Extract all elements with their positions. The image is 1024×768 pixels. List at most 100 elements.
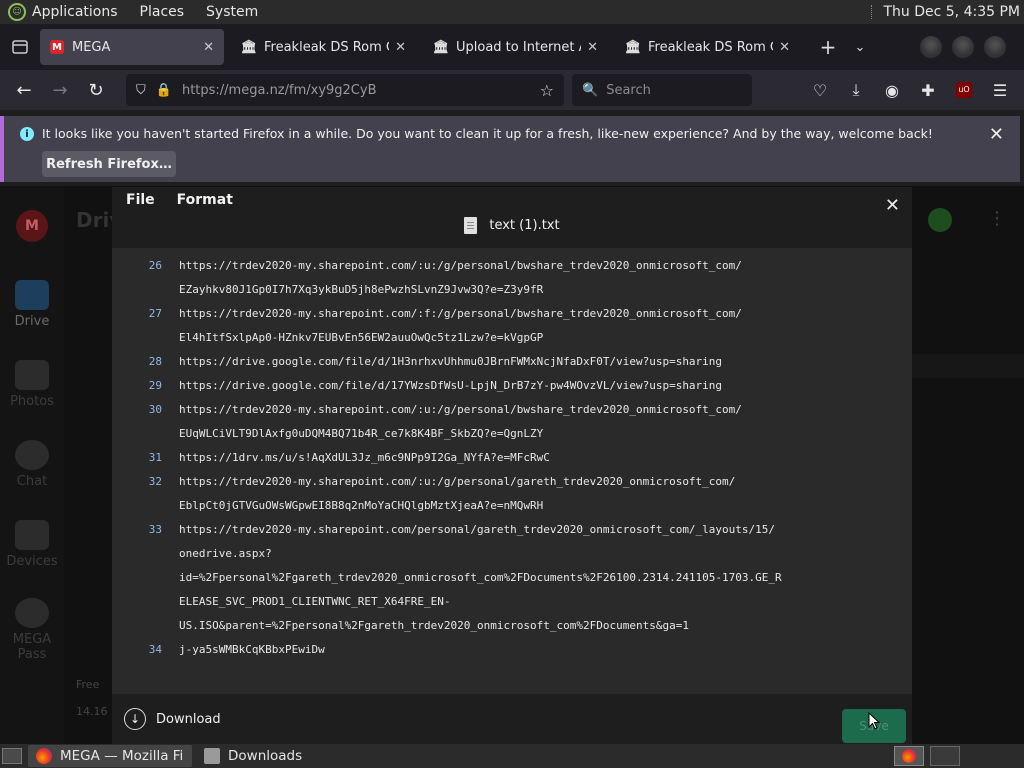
menu-applications[interactable]: Applications [32, 4, 118, 20]
line-number: 31 [148, 451, 162, 464]
pocket-icon[interactable]: ♡ [802, 81, 838, 100]
line-text[interactable]: https://trdev2020-my.sharepoint.com/:u:/… [179, 398, 884, 422]
plan-name: Free [76, 678, 100, 691]
dialog-footer: ↓ Download Save [112, 694, 912, 744]
close-notification-icon[interactable]: ✕ [989, 124, 1004, 145]
tab-freakleak-1[interactable]: 🏛 Freakleak DS Rom Col ✕ [232, 29, 416, 65]
applications-logo-icon[interactable]: ☺ [8, 3, 26, 21]
menu-system[interactable]: System [206, 4, 258, 20]
line-text[interactable]: EZayhkv80J1Gp0I7h7Xq3ykBuD5jh8ePwzhSLvnZ… [179, 278, 884, 302]
refresh-firefox-button[interactable]: Refresh Firefox… [42, 151, 176, 177]
line-number [112, 494, 162, 518]
mega-plan-label: Free 14.16 [76, 678, 108, 718]
sidebar-item-drive[interactable]: Drive [0, 280, 64, 329]
search-bar[interactable]: 🔍 Search [572, 74, 752, 106]
tab-mega[interactable]: M MEGA ✕ [40, 29, 224, 65]
back-arrow-icon[interactable]: ← [6, 80, 42, 101]
editor-line: 27 https://trdev2020-my.sharepoint.com/:f… [112, 302, 912, 326]
tab-upload-internet-archive[interactable]: 🏛 Upload to Internet Arc ✕ [424, 29, 608, 65]
close-tab-icon[interactable]: ✕ [779, 40, 790, 55]
sidebar-item-photos[interactable]: Photos [0, 360, 64, 409]
download-button[interactable]: ↓ Download [124, 708, 221, 730]
text-editor-area[interactable]: 26 https://trdev2020-my.sharepoint.com/:u… [112, 248, 912, 694]
line-text[interactable]: El4hItfSxlpAp0-HZnkv7EUBvEn56EW2auuOwQc5… [179, 326, 884, 350]
tab-freakleak-2[interactable]: 🏛 Freakleak DS Rom Col ✕ [616, 29, 800, 65]
show-desktop-icon[interactable] [2, 748, 22, 764]
editor-line: onedrive.aspx? [112, 542, 912, 566]
menu-file[interactable]: File [126, 192, 155, 208]
taskbar: MEGA — Mozilla Fir… Downloads [0, 744, 1024, 768]
extensions-icon[interactable]: ✚ [910, 81, 946, 100]
line-text[interactable]: https://trdev2020-my.sharepoint.com/:u:/… [179, 470, 884, 494]
line-text[interactable]: https://trdev2020-my.sharepoint.com/pers… [179, 518, 884, 542]
text-editor-dialog: File Format ✕ text (1).txt 26 https://trd… [112, 187, 912, 744]
tab-list-icon[interactable] [0, 40, 40, 54]
lock-icon[interactable]: 🔒 [156, 83, 172, 98]
editor-line: 28 https://drive.google.com/file/d/1H3nrh… [112, 350, 912, 374]
clock[interactable]: Thu Dec 5, 4:35 PM [883, 4, 1020, 20]
info-icon: i [20, 127, 34, 141]
sidebar-item-label: MEGA Pass [12, 632, 52, 662]
close-tab-icon[interactable]: ✕ [587, 40, 598, 55]
sidebar-item-mega-pass[interactable]: MEGA Pass [0, 598, 64, 662]
line-number: 27 [148, 307, 162, 320]
line-text[interactable]: id=%2Fpersonal%2Fgareth_trdev2020_onmicr… [179, 566, 884, 590]
internet-archive-icon: 🏛 [240, 39, 258, 55]
url-text[interactable]: https://mega.nz/fm/xy9g2CyB [182, 83, 540, 98]
more-options-icon[interactable]: ⋮ [988, 208, 1006, 229]
close-tab-icon[interactable]: ✕ [395, 40, 406, 55]
minimize-window-button[interactable] [920, 36, 942, 58]
download-label: Download [156, 711, 221, 727]
taskbar-item-downloads[interactable]: Downloads [196, 745, 364, 767]
url-bar[interactable]: ⛉ 🔒 https://mega.nz/fm/xy9g2CyB ☆ [126, 74, 564, 106]
shield-icon[interactable]: ⛉ [136, 83, 146, 98]
line-number [112, 566, 162, 590]
sidebar-item-label: Devices [6, 554, 58, 569]
downloads-icon[interactable]: ⤓ [838, 80, 874, 100]
line-text[interactable]: onedrive.aspx? [179, 542, 884, 566]
close-window-button[interactable] [984, 36, 1006, 58]
line-text[interactable]: j-ya5sWMBkCqKBbxPEwiDw [179, 638, 884, 662]
line-text[interactable]: https://trdev2020-my.sharepoint.com/:f:/… [179, 302, 884, 326]
new-tab-icon[interactable]: + [812, 35, 844, 59]
bookmark-star-icon[interactable]: ☆ [540, 81, 554, 100]
line-text[interactable]: https://drive.google.com/file/d/17YWzsDf… [179, 374, 884, 398]
line-number: 34 [148, 643, 162, 656]
line-number: 32 [148, 475, 162, 488]
line-text[interactable]: https://trdev2020-my.sharepoint.com/:u:/… [179, 254, 884, 278]
storage-used: 14.16 [76, 705, 108, 718]
line-number: 29 [148, 379, 162, 392]
mouse-cursor-icon [868, 712, 880, 730]
line-text[interactable]: US.ISO&parent=%2Fpersonal%2Fgareth_trdev… [179, 614, 884, 638]
mega-logo-icon[interactable]: M [16, 210, 48, 242]
menu-format[interactable]: Format [177, 192, 233, 208]
forward-arrow-icon[interactable]: → [42, 80, 78, 101]
editor-line: 32 https://trdev2020-my.sharepoint.com/:u… [112, 470, 912, 494]
line-number [112, 590, 162, 614]
ublock-origin-icon[interactable]: uO [956, 82, 972, 98]
hamburger-menu-icon[interactable]: ☰ [982, 81, 1018, 100]
avatar[interactable] [928, 208, 952, 232]
sidebar-item-chat[interactable]: Chat [0, 440, 64, 489]
line-text[interactable]: EblpCt0jGTVGuOWsWGpwEI8B8q2nMoYaCHQlgbMz… [179, 494, 884, 518]
line-text[interactable]: EUqWLCiVLT9DlAxfg0uDQM4BQ71b4R_ce7k8K4BF… [179, 422, 884, 446]
line-text[interactable]: https://1drv.ms/u/s!AqXdUL3Jz_m6c9NPp9I2… [179, 446, 884, 470]
line-text[interactable]: ELEASE_SVC_PROD1_CLIENTWNC_RET_X64FRE_EN… [179, 590, 884, 614]
close-tab-icon[interactable]: ✕ [203, 40, 214, 55]
editor-lines: 26 https://trdev2020-my.sharepoint.com/:u… [112, 254, 912, 662]
navigation-bar: ← → ↻ ⛉ 🔒 https://mega.nz/fm/xy9g2CyB ☆ … [0, 70, 1024, 110]
line-text[interactable]: https://drive.google.com/file/d/1H3nrhxv… [179, 350, 884, 374]
menu-places[interactable]: Places [140, 4, 185, 20]
folder-icon [204, 748, 220, 764]
reload-icon[interactable]: ↻ [78, 80, 114, 101]
account-icon[interactable]: ◉ [874, 81, 910, 100]
line-number [112, 326, 162, 350]
chevron-down-icon[interactable]: ⌄ [844, 40, 876, 55]
maximize-window-button[interactable] [952, 36, 974, 58]
taskbar-item-firefox[interactable]: MEGA — Mozilla Fir… [28, 745, 192, 767]
sidebar-item-devices[interactable]: Devices [0, 520, 64, 569]
search-icon: 🔍 [582, 82, 599, 98]
workspace-switcher[interactable] [930, 746, 960, 766]
workspace-firefox-preview[interactable] [894, 746, 924, 766]
close-dialog-icon[interactable]: ✕ [885, 195, 900, 216]
